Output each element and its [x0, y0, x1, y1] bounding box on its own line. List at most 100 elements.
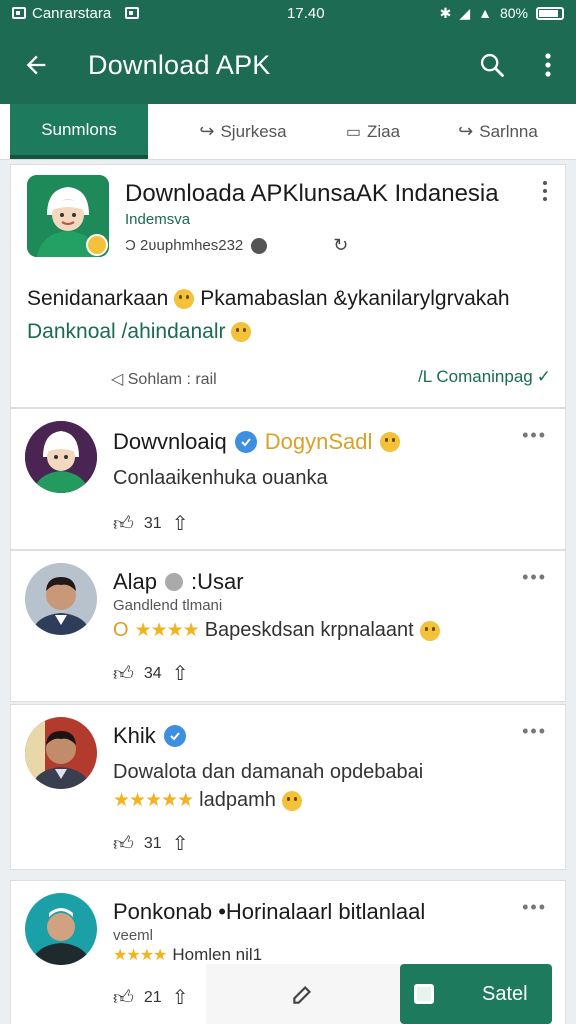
app-logo[interactable] [27, 175, 109, 257]
like-icon[interactable]: 👍︎ [113, 832, 134, 856]
like-count: 31 [143, 514, 162, 532]
reviewer-name: Alap :Usar [113, 569, 244, 595]
share-icon: ↪ [199, 121, 215, 141]
avatar-photo [25, 893, 97, 965]
badge-text: DogynSadl [264, 429, 373, 454]
share-icon[interactable]: ⇧ [172, 661, 189, 686]
wifi-icon: ◢ [459, 4, 471, 21]
tab-sarlnna[interactable]: ↪ Sarlnna [428, 104, 568, 159]
tab-label: Sjurkesa [220, 121, 287, 141]
share-icon[interactable]: ⇧ [172, 985, 189, 1010]
battery-icon [536, 6, 564, 20]
signal-icon: ▲ [478, 5, 492, 21]
app-card: Downloada APKlunsaAK Indanesia Indemsva … [10, 164, 566, 408]
compose-button[interactable] [206, 964, 400, 1024]
more-options-button[interactable] [520, 52, 576, 78]
edit-icon: ▭ [345, 123, 362, 141]
verified-icon [163, 725, 186, 747]
review-card: Alap :Usar Gandlend tlmani O ★★★★ Bapesk… [10, 550, 566, 702]
review-more-button[interactable]: ••• [522, 721, 547, 742]
app-subtitle: Indemsva [125, 211, 191, 228]
reviewer-name: Khik [113, 723, 186, 749]
avatar-photo [25, 717, 97, 789]
save-icon [414, 984, 434, 1004]
review-card: Khik Dowalota dan damanah opdebabai ★★★★… [10, 704, 566, 870]
rating-text: Homlen nil1 [172, 945, 263, 964]
desc-text: Senidanarkaan [27, 287, 169, 310]
review-actions: 👍︎ 31 ⇧ [113, 511, 188, 536]
smile-emoji-icon [419, 620, 440, 641]
link-text: /L Comaninpag [418, 367, 533, 386]
save-button[interactable]: Satel [400, 964, 552, 1024]
user-icon [165, 573, 184, 591]
tab-sjurkesa[interactable]: ↪ Sjurkesa [168, 104, 318, 159]
smile-emoji-icon [281, 790, 302, 811]
battery-percent: 80% [499, 5, 528, 21]
notification-icon [125, 7, 140, 19]
rating-prefix: O [113, 619, 129, 641]
review-actions: 👍︎ 31 ⇧ [113, 831, 188, 856]
review-card: Dowvnloaiq DogynSadl Conlaaikenhuka ouan… [10, 408, 566, 550]
desc-text: Danknoal /ahindanalr [27, 320, 226, 343]
like-icon[interactable]: 👍︎ [113, 986, 134, 1010]
name-text: Alap [113, 569, 158, 594]
tab-bar: Sunmlons ↪ Sjurkesa ▭ Ziaa ↪ Sarlnna [0, 104, 576, 160]
review-more-button[interactable]: ••• [522, 425, 547, 446]
review-rating-line: ★★★★★ ladpamh [113, 789, 302, 812]
smile-emoji-icon [380, 432, 401, 452]
status-time: 17.40 [287, 4, 325, 22]
avatar-illustration [25, 421, 97, 493]
checkmark-icon: ✓ [536, 367, 551, 386]
avatar-photo [25, 563, 97, 635]
review-more-button[interactable]: ••• [522, 897, 547, 918]
bluetooth-icon: ✱ [439, 4, 452, 21]
review-text: Dowalota dan damanah opdebabai [113, 761, 424, 783]
review-rating-line: O ★★★★ Bapeskdsan krpnalaant [113, 619, 440, 642]
status-bar: Canrarstara 17.40 ✱ ◢ ▲ 80% [0, 0, 576, 26]
app-description-line2: Danknoal /ahindanalr [27, 320, 252, 344]
edit-icon [293, 985, 312, 1004]
review-more-button[interactable]: ••• [522, 567, 547, 588]
app-card-more-button[interactable] [543, 181, 549, 201]
search-button[interactable] [464, 51, 520, 79]
avatar[interactable] [25, 893, 97, 965]
like-count: 34 [143, 664, 162, 682]
search-icon [480, 53, 504, 77]
share-icon: ↪ [458, 121, 474, 141]
app-link-right[interactable]: /L Comaninpag ✓ [418, 367, 551, 387]
app-meta-text: Ɔ 2ʋuphmhes232 [125, 237, 244, 254]
avatar[interactable] [25, 421, 97, 493]
like-icon[interactable]: 👍︎ [113, 662, 134, 686]
sim-icon [12, 7, 26, 19]
reviewer-subline: Gandlend tlmani [113, 597, 223, 614]
reviewer-name: Ponkonab •Horinalaarl bitlanlaal [113, 899, 426, 924]
tab-sunmlons[interactable]: Sunmlons [10, 104, 148, 159]
name-text: Dowvnloaiq [113, 429, 227, 454]
verified-icon [234, 431, 257, 453]
desc-text: Pkamabaslan &ykanilarylgrvakah [200, 287, 510, 310]
share-icon[interactable]: ⇧ [172, 831, 189, 856]
app-meta: Ɔ 2ʋuphmhes232 ↻ [125, 235, 348, 256]
like-icon[interactable]: 👍︎ [113, 512, 134, 536]
more-vert-icon [545, 53, 551, 77]
share-icon[interactable]: ⇧ [172, 511, 189, 536]
rating-text: Bapeskdsan krpnalaant [204, 619, 414, 641]
star-rating: ★★★★ [113, 947, 167, 964]
app-link-left[interactable]: ◁ Sohlam : rail [111, 369, 217, 389]
name-text: Khik [113, 723, 156, 748]
back-arrow-icon [26, 55, 46, 75]
rating-text: ladpamh [199, 789, 276, 811]
back-button[interactable] [0, 51, 72, 79]
app-title: Downloada APKlunsaAK Indanesia [125, 180, 499, 207]
star-rating: ★★★★★ [113, 790, 194, 811]
review-actions: 👍︎ 21 ⇧ [113, 985, 188, 1010]
name-suffix: :Usar [191, 569, 244, 594]
like-count: 21 [143, 988, 162, 1006]
avatar[interactable] [25, 563, 97, 635]
history-icon[interactable]: ↻ [333, 235, 348, 256]
reviewer-name: Dowvnloaiq DogynSadl [113, 429, 401, 455]
carrier-label: Canrarstara [32, 4, 112, 22]
tab-ziaa[interactable]: ▭ Ziaa [318, 104, 428, 159]
avatar[interactable] [25, 717, 97, 789]
tab-label: Sarlnna [479, 121, 538, 141]
